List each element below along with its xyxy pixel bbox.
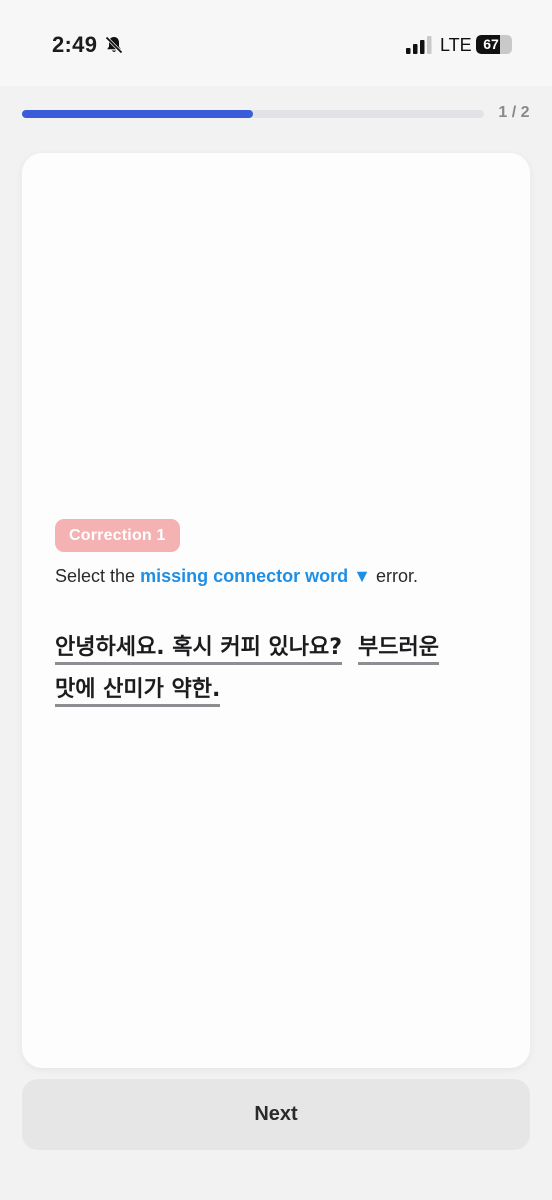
status-time: 2:49 [52,32,98,57]
progress-bar [22,110,484,118]
mute-bell-icon [105,36,123,54]
sentence-segment[interactable]: 맛에 산미가 약한. [55,677,221,707]
status-bar: 2:49 LTE 67 [0,0,552,86]
question-card: Correction 1 Select the missing connecto… [22,153,530,1068]
next-button[interactable]: Next [22,1079,530,1150]
sentence-segment[interactable]: 안녕하세요. 혹시 커피 있나요? [55,635,342,665]
signal-icon [406,36,432,54]
progress-fill [22,110,253,118]
chevron-down-icon: ▼ [353,566,371,586]
instruction-suffix: error. [375,566,418,586]
correction-badge: Correction 1 [55,519,180,552]
progress-count: 1 / 2 [498,104,530,121]
sentence: 안녕하세요. 혹시 커피 있나요? 부드러운 맛에 산미가 약한. [55,627,495,711]
error-type-highlight: missing connector word ▼ [140,566,371,586]
battery-icon: 67 [476,35,512,54]
network-type: LTE [440,35,472,55]
error-type-label: missing connector word [140,566,349,586]
instruction-text: Select the missing connector word ▼ erro… [55,566,505,587]
battery-percent: 67 [483,36,499,52]
instruction-prefix: Select the [55,566,136,586]
sentence-segment[interactable]: 부드러운 [357,635,439,665]
